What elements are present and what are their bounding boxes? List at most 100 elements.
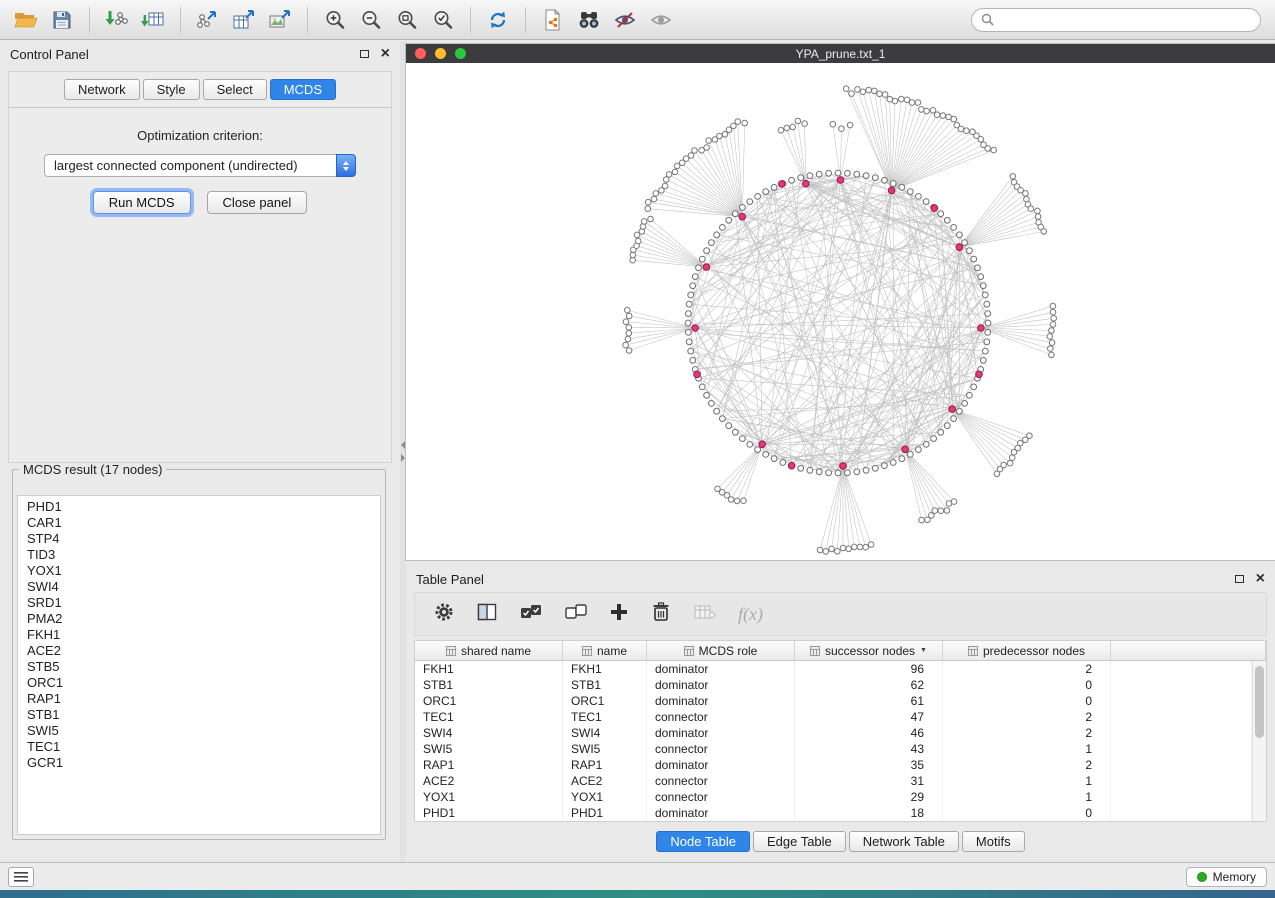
show-columns-button[interactable] — [476, 602, 498, 627]
export-table-icon — [232, 9, 256, 31]
table-settings-button[interactable] — [433, 601, 455, 628]
zoom-out-button[interactable] — [355, 4, 387, 36]
eye-slash-icon — [614, 9, 636, 31]
export-table-button[interactable] — [228, 4, 260, 36]
table-row[interactable]: YOX1YOX1connector291 — [415, 789, 1252, 805]
mcds-result-item[interactable]: STB5 — [18, 659, 380, 675]
tab-motifs[interactable]: Motifs — [962, 831, 1025, 852]
table-row[interactable]: FKH1FKH1dominator962 — [415, 661, 1252, 677]
delete-column-button[interactable] — [650, 601, 672, 628]
scrollbar-thumb[interactable] — [1255, 666, 1264, 738]
mcds-result-item[interactable]: TID3 — [18, 547, 380, 563]
mcds-result-item[interactable]: GCR1 — [18, 755, 380, 771]
search-icon — [981, 13, 994, 26]
status-menu-button[interactable] — [8, 867, 34, 887]
save-session-button[interactable] — [46, 4, 78, 36]
collapse-left-icon[interactable] — [401, 441, 405, 449]
mcds-result-item[interactable]: STP4 — [18, 531, 380, 547]
plus-icon — [609, 602, 629, 622]
tab-network[interactable]: Network — [64, 79, 140, 100]
cell-filler — [1111, 757, 1252, 773]
cell-predecessors: 1 — [943, 773, 1111, 789]
zoom-selected-button[interactable] — [427, 4, 459, 36]
binoculars-icon — [577, 10, 601, 30]
column-header-MCDS-role[interactable]: MCDS role — [647, 641, 795, 661]
close-panel-icon[interactable]: × — [381, 47, 390, 61]
hide-details-button[interactable] — [609, 4, 641, 36]
mcds-result-item[interactable]: TEC1 — [18, 739, 380, 755]
table-row[interactable]: STB1STB1dominator620 — [415, 677, 1252, 693]
mcds-result-item[interactable]: PMA2 — [18, 611, 380, 627]
column-header-successor-nodes[interactable]: successor nodes▼ — [795, 641, 943, 661]
mcds-tab-content: NetworkStyleSelectMCDS Optimization crit… — [8, 71, 392, 463]
run-mcds-button[interactable]: Run MCDS — [93, 191, 191, 214]
expand-right-icon[interactable] — [401, 454, 405, 462]
tab-node-table[interactable]: Node Table — [656, 831, 750, 852]
search-network-button[interactable] — [573, 4, 605, 36]
show-details-button[interactable] — [645, 4, 677, 36]
select-all-columns-button[interactable] — [519, 602, 543, 627]
table-row[interactable]: PHD1PHD1dominator180 — [415, 805, 1252, 821]
float-panel-icon[interactable] — [360, 50, 369, 58]
criterion-dropdown[interactable]: largest connected component (undirected) — [44, 154, 356, 177]
close-panel-button[interactable]: Close panel — [207, 191, 308, 214]
zoom-fit-button[interactable] — [391, 4, 423, 36]
close-table-panel-icon[interactable]: × — [1256, 572, 1265, 586]
cell-name: TEC1 — [563, 709, 647, 725]
cell-shared_name: ORC1 — [415, 693, 563, 709]
eye-icon — [650, 9, 672, 31]
mcds-result-item[interactable]: CAR1 — [18, 515, 380, 531]
column-header-shared-name[interactable]: shared name — [415, 641, 563, 661]
control-panel-header: Control Panel × — [0, 41, 400, 67]
table-row[interactable]: TEC1TEC1connector472 — [415, 709, 1252, 725]
refresh-button[interactable] — [482, 4, 514, 36]
tab-edge-table[interactable]: Edge Table — [753, 831, 846, 852]
cell-role: connector — [647, 741, 795, 757]
column-header-name[interactable]: name — [563, 641, 647, 661]
open-file-button[interactable] — [10, 4, 42, 36]
import-network-button[interactable] — [101, 4, 133, 36]
tab-network-table[interactable]: Network Table — [849, 831, 959, 852]
mcds-result-item[interactable]: SWI4 — [18, 579, 380, 595]
column-header-predecessor-nodes[interactable]: predecessor nodes — [943, 641, 1111, 661]
search-input[interactable] — [1000, 13, 1251, 27]
network-canvas[interactable] — [406, 63, 1275, 560]
zoom-in-button[interactable] — [319, 4, 351, 36]
table-row[interactable]: ACE2ACE2connector311 — [415, 773, 1252, 789]
mcds-result-list: PHD1CAR1STP4TID3YOX1SWI4SRD1PMA2FKH1ACE2… — [17, 495, 381, 835]
memory-button[interactable]: Memory — [1186, 867, 1267, 887]
mcds-result-item[interactable]: FKH1 — [18, 627, 380, 643]
deselect-all-columns-button[interactable] — [564, 602, 588, 627]
mcds-result-item[interactable]: ACE2 — [18, 643, 380, 659]
table-row[interactable]: ORC1ORC1dominator610 — [415, 693, 1252, 709]
mcds-result-item[interactable]: STB1 — [18, 707, 380, 723]
table-row[interactable]: RAP1RAP1dominator352 — [415, 757, 1252, 773]
share-document-button[interactable] — [537, 4, 569, 36]
mcds-result-item[interactable]: RAP1 — [18, 691, 380, 707]
float-table-panel-icon[interactable] — [1235, 575, 1244, 583]
export-network-button[interactable] — [192, 4, 224, 36]
mcds-result-item[interactable]: SRD1 — [18, 595, 380, 611]
mcds-result-item[interactable]: SWI5 — [18, 723, 380, 739]
function-builder-button[interactable]: f(x) — [738, 604, 763, 625]
network-graph — [406, 63, 1275, 560]
table-scrollbar[interactable] — [1252, 661, 1266, 821]
tab-mcds[interactable]: MCDS — [270, 79, 336, 100]
mcds-result-item[interactable]: PHD1 — [18, 499, 380, 515]
cell-predecessors: 0 — [943, 805, 1111, 821]
mcds-result-item[interactable]: YOX1 — [18, 563, 380, 579]
import-table-button[interactable] — [137, 4, 169, 36]
mcds-result-item[interactable]: ORC1 — [18, 675, 380, 691]
add-column-button[interactable] — [609, 602, 629, 627]
cell-successors: 43 — [795, 741, 943, 757]
cell-shared_name: PHD1 — [415, 805, 563, 821]
table-row[interactable]: SWI4SWI4dominator462 — [415, 725, 1252, 741]
table-panel-header: Table Panel × — [406, 566, 1275, 592]
columns-icon — [476, 602, 498, 622]
delete-table-button[interactable] — [693, 603, 717, 626]
tab-style[interactable]: Style — [143, 79, 200, 100]
import-table-icon — [141, 9, 165, 31]
export-image-button[interactable] — [264, 4, 296, 36]
table-row[interactable]: SWI5SWI5connector431 — [415, 741, 1252, 757]
tab-select[interactable]: Select — [203, 79, 267, 100]
